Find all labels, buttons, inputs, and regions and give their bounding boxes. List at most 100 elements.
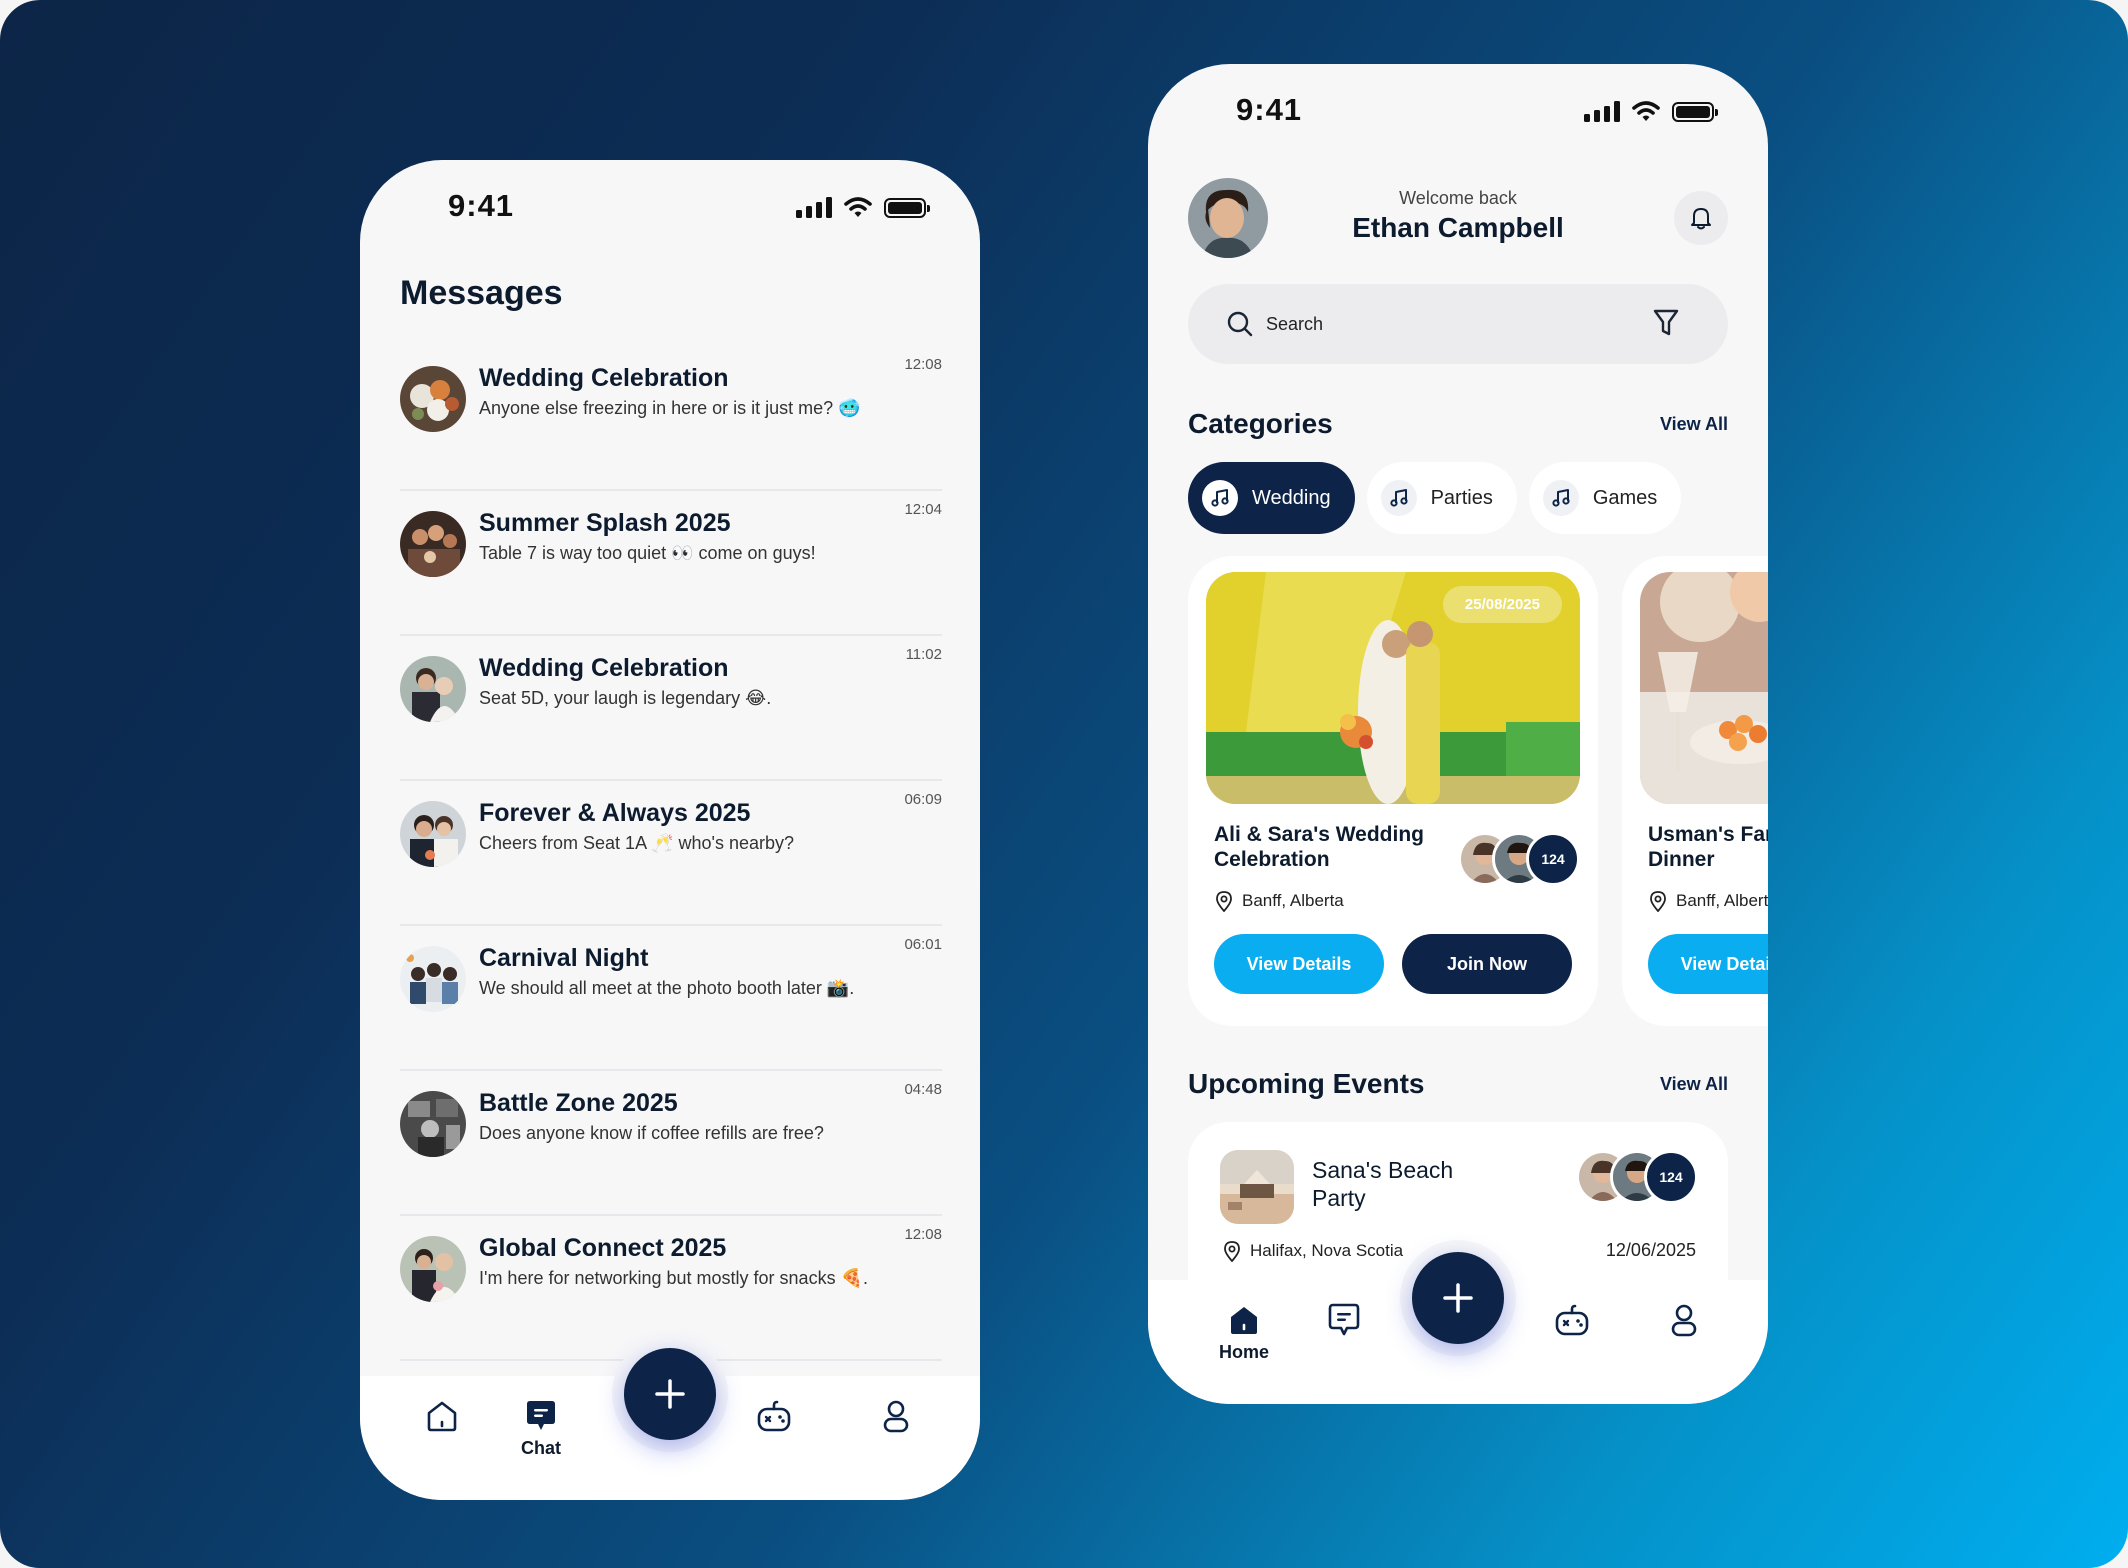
upcoming-view-all-link[interactable]: View All xyxy=(1660,1074,1728,1095)
category-chips: Wedding Parties Games xyxy=(1188,462,1682,534)
location-pin-icon xyxy=(1650,891,1666,912)
category-chip-parties[interactable]: Parties xyxy=(1366,462,1517,534)
category-chip-wedding[interactable]: Wedding xyxy=(1188,462,1355,534)
message-list[interactable]: Wedding Celebration Anyone else freezing… xyxy=(400,346,942,1361)
status-bar: 9:41 xyxy=(360,160,980,260)
chat-icon xyxy=(527,1401,555,1430)
nav-chat[interactable]: Chat xyxy=(501,1398,581,1459)
event-card[interactable]: 25/08/2025 Ali & Sara's Wedding Celebrat… xyxy=(1188,556,1598,1026)
location-pin-icon xyxy=(1224,1241,1240,1262)
message-preview: Table 7 is way too quiet 👀 come on guys! xyxy=(479,543,816,563)
add-button[interactable] xyxy=(624,1348,716,1440)
event-thumbnail xyxy=(1220,1150,1294,1224)
message-title: Wedding Celebration xyxy=(479,654,729,682)
message-title: Forever & Always 2025 xyxy=(479,799,751,827)
location-pin-icon xyxy=(1216,891,1232,912)
fab-container xyxy=(1400,1240,1516,1356)
avatar xyxy=(400,1091,466,1157)
search-input[interactable] xyxy=(1266,306,1626,342)
status-time: 9:41 xyxy=(1236,92,1303,127)
plus-icon xyxy=(1443,1283,1473,1313)
avatar[interactable] xyxy=(1188,178,1268,258)
profile-icon xyxy=(1671,1304,1697,1337)
view-details-button[interactable]: View Details xyxy=(1648,934,1768,994)
message-item[interactable]: Wedding Celebration Seat 5D, your laugh … xyxy=(400,636,942,781)
categories-view-all-link[interactable]: View All xyxy=(1660,414,1728,435)
event-title: Usman's Family Dinner xyxy=(1648,823,1768,871)
avatar xyxy=(400,366,466,432)
status-icons xyxy=(796,196,930,218)
event-location: Halifax, Nova Scotia xyxy=(1222,1240,1403,1262)
notifications-button[interactable] xyxy=(1674,191,1728,245)
nav-profile[interactable] xyxy=(1644,1302,1724,1338)
home-icon xyxy=(427,1401,457,1432)
battery-icon xyxy=(1672,102,1718,122)
category-chip-label: Parties xyxy=(1430,486,1493,509)
join-now-button[interactable]: Join Now xyxy=(1402,934,1572,994)
message-title: Battle Zone 2025 xyxy=(479,1089,678,1117)
nav-games[interactable] xyxy=(1532,1302,1612,1338)
nav-home[interactable]: Home xyxy=(1204,1302,1284,1363)
event-location-text: Halifax, Nova Scotia xyxy=(1250,1241,1404,1260)
nav-chat[interactable] xyxy=(1304,1302,1384,1338)
avatar xyxy=(400,656,466,722)
chat-phone-screen: 9:41 Messages Wedding Celebration Anyone… xyxy=(360,160,980,1500)
message-preview: Does anyone know if coffee refills are f… xyxy=(479,1123,824,1143)
category-chip-games[interactable]: Games xyxy=(1528,462,1682,534)
page-title: Messages xyxy=(400,274,563,312)
wifi-icon xyxy=(844,197,872,217)
attendee-count: 124 xyxy=(1526,832,1580,886)
message-item[interactable]: Carnival Night We should all meet at the… xyxy=(400,926,942,1071)
message-time: 12:04 xyxy=(904,501,942,518)
wifi-icon xyxy=(1632,101,1660,121)
message-preview: Anyone else freezing in here or is it ju… xyxy=(479,398,861,418)
event-photo xyxy=(1640,572,1768,804)
avatar xyxy=(400,801,466,867)
message-time: 12:08 xyxy=(904,356,942,373)
nav-home[interactable] xyxy=(402,1398,482,1434)
signal-icon xyxy=(796,196,832,218)
message-preview: Cheers from Seat 1A 🥂 who's nearby? xyxy=(479,833,794,853)
gamepad-icon xyxy=(757,1400,791,1432)
attendee-avatars: 124 xyxy=(1458,832,1580,886)
message-time: 11:02 xyxy=(905,646,942,663)
event-location-text: Banff, Alberta xyxy=(1676,891,1768,910)
message-preview: I'm here for networking but mostly for s… xyxy=(479,1268,868,1288)
attendee-avatars: 124 xyxy=(1576,1150,1698,1204)
music-note-icon xyxy=(1389,489,1408,507)
message-preview: We should all meet at the photo booth la… xyxy=(479,978,855,998)
event-location: Banff, Alberta xyxy=(1648,890,1768,912)
music-note-icon xyxy=(1552,489,1570,507)
message-time: 06:09 xyxy=(904,791,942,808)
message-item[interactable]: Summer Splash 2025 Table 7 is way too qu… xyxy=(400,491,942,636)
battery-icon xyxy=(884,198,930,218)
upcoming-events-title: Upcoming Events xyxy=(1188,1068,1425,1099)
message-item[interactable]: Wedding Celebration Anyone else freezing… xyxy=(400,346,942,491)
message-preview: Seat 5D, your laugh is legendary 😂. xyxy=(479,688,772,708)
category-chip-label: Games xyxy=(1592,486,1658,509)
filter-icon[interactable] xyxy=(1652,308,1680,338)
message-item[interactable]: Forever & Always 2025 Cheers from Seat 1… xyxy=(400,781,942,926)
nav-games[interactable] xyxy=(734,1398,814,1434)
home-phone-screen: 9:41 Welcome back Ethan Campbell Search … xyxy=(1148,64,1768,1404)
view-details-button[interactable]: View Details xyxy=(1214,934,1384,994)
category-chip-label: Wedding xyxy=(1252,486,1331,509)
showcase-background: 9:41 Messages Wedding Celebration Anyone… xyxy=(0,0,2128,1568)
message-item[interactable]: Battle Zone 2025 Does anyone know if cof… xyxy=(400,1071,942,1216)
event-photo: 25/08/2025 xyxy=(1206,572,1580,804)
nav-chat-label: Chat xyxy=(521,1438,561,1458)
add-button[interactable] xyxy=(1412,1252,1504,1344)
nav-profile[interactable] xyxy=(856,1398,936,1434)
message-time: 12:08 xyxy=(904,1226,942,1243)
event-card[interactable]: Usman's Family Dinner Banff, Alberta Vie… xyxy=(1622,556,1768,1026)
nav-home-label: Home xyxy=(1218,1342,1269,1362)
avatar xyxy=(400,946,466,1012)
message-title: Global Connect 2025 xyxy=(479,1234,727,1262)
signal-icon xyxy=(1584,100,1620,122)
plus-icon xyxy=(655,1379,685,1409)
event-title: Ali & Sara's Wedding Celebration xyxy=(1214,823,1424,871)
gamepad-icon xyxy=(1555,1304,1589,1336)
fab-container xyxy=(612,1336,728,1452)
home-icon xyxy=(1231,1307,1257,1334)
bell-icon xyxy=(1691,208,1711,230)
